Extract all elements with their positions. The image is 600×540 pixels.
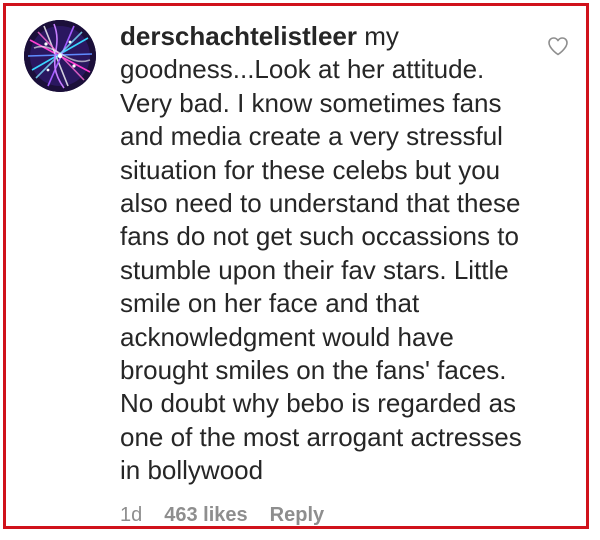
heart-outline-icon[interactable]: [546, 34, 570, 58]
comment-body: derschachtelistleer my goodness...Look a…: [120, 20, 540, 488]
avatar[interactable]: [24, 20, 96, 92]
comment-text: my goodness...Look at her attitude. Very…: [120, 21, 522, 486]
reply-button[interactable]: Reply: [270, 504, 324, 527]
comment-meta: 1d 463 likes Reply: [120, 504, 324, 527]
comment-timestamp[interactable]: 1d: [120, 504, 142, 527]
avatar-image: [24, 20, 96, 92]
comment-card-frame: derschachtelistleer my goodness...Look a…: [3, 3, 589, 529]
likes-count[interactable]: 463 likes: [164, 504, 247, 527]
comment-username[interactable]: derschachtelistleer: [120, 21, 357, 51]
